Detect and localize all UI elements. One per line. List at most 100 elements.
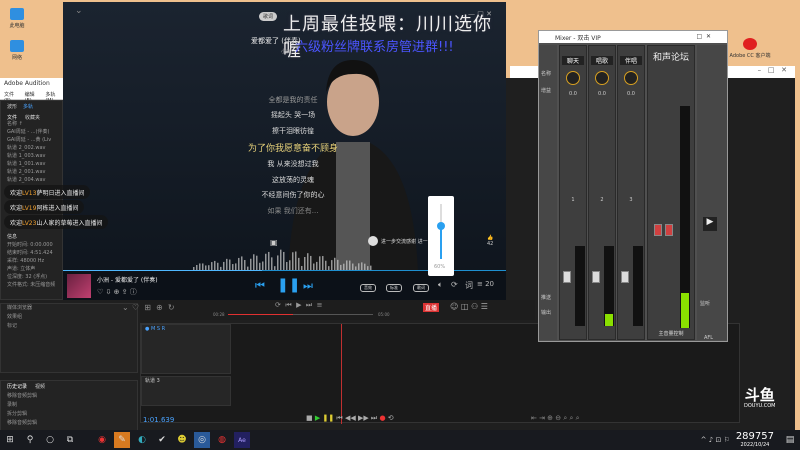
play-button[interactable]: ▶ [703, 217, 717, 231]
tab-multitrack[interactable]: 多轨 [23, 103, 33, 110]
lyrics-badge[interactable]: 歌词 [259, 12, 278, 21]
channel-strip: 伴唱 0.0 3 [617, 45, 645, 340]
volume-slider[interactable] [437, 204, 445, 259]
app-icon[interactable]: ◎ [194, 432, 210, 448]
channel-fader[interactable] [621, 271, 629, 283]
pause-button[interactable]: ❚❚ [277, 277, 300, 293]
history-item[interactable]: 录制 [1, 401, 137, 410]
channel-fader[interactable] [563, 271, 571, 283]
computer-icon [10, 8, 24, 20]
channel-fader[interactable] [592, 271, 600, 283]
menu-edit[interactable]: 编辑(E) [25, 91, 38, 104]
app-icon[interactable]: ◐ [134, 432, 150, 448]
search-icon[interactable]: ⚲ [22, 432, 38, 448]
collapse-icon[interactable]: ⌄ [75, 6, 83, 16]
gain-value: 0.0 [598, 91, 606, 97]
spectrum-bar [241, 256, 243, 271]
volume-icon[interactable]: 🔈︎ [438, 280, 443, 290]
favorite-icon[interactable]: ♡ ⊞ ⊕ ↻ [132, 303, 175, 312]
track-header: ● M S R [141, 324, 231, 374]
app-icon[interactable]: ◉ [94, 432, 110, 448]
info-heading: 信息 [7, 234, 18, 240]
tab-history[interactable]: 历史记录 [7, 383, 27, 390]
player-lower-controls: ⌄ ♡ ⊞ ⊕ ↻ ⟳ ⏮ ▶ ⏭ ≡ 00:28 05:00 直播 ☺ ◫ ⚇… [122, 300, 535, 320]
spectrum-bar [277, 255, 279, 271]
video-icon[interactable]: ▣ [270, 238, 278, 247]
network-icon [10, 40, 24, 52]
song-artist: 小洲 [281, 49, 292, 55]
channel-meter [604, 246, 614, 326]
sound-effect-button[interactable]: 音效 [360, 284, 376, 292]
menu-file[interactable]: 文件(F) [4, 91, 17, 104]
steam-icon[interactable]: ✔ [154, 432, 170, 448]
gain-knob[interactable] [566, 71, 580, 85]
history-item[interactable]: 拆分剪辑 [1, 410, 137, 419]
next-button[interactable]: ⏭ [303, 279, 313, 293]
history-item[interactable]: 移除音频剪辑 [1, 392, 137, 401]
app-icon[interactable]: ☻ [174, 432, 190, 448]
playlist-icon[interactable]: ≡ 20 [477, 280, 494, 288]
volume-knob[interactable] [437, 222, 445, 230]
audio-spectrum [193, 249, 372, 271]
task-view-icon[interactable]: ⧉ [62, 432, 78, 448]
file-item[interactable]: 轨道 1_003.wav [1, 152, 62, 160]
lyric-line: 不经意间伤了你的心 [261, 191, 325, 199]
spectrum-bar [307, 253, 309, 271]
toolbar-icons[interactable]: ☺ ◫ ⚇ ☰ [450, 302, 488, 311]
spectrum-bar [322, 256, 324, 271]
loop-icon[interactable]: ⟳ [451, 280, 458, 289]
desktop-icon-computer[interactable]: 此电脑 [0, 8, 37, 29]
system-tray[interactable]: ^ ♪ ⊡ ⚐ [701, 436, 730, 444]
album-cover[interactable] [67, 274, 91, 298]
transport-controls[interactable]: ■ ▶ ❚❚ ⏮ ◀◀ ▶▶ ⏭ ● ⟲ [306, 414, 394, 423]
quality-button[interactable]: 标准 [386, 284, 402, 292]
previous-button[interactable]: ⏮ [255, 279, 265, 293]
file-item[interactable]: 轨道 2_004.wav [1, 176, 62, 184]
mini-transport[interactable]: ⟳ ⏮ ▶ ⏭ ≡ [275, 301, 323, 310]
section-markers[interactable]: 标记 [1, 322, 137, 331]
window-controls[interactable]: □ ✕ [696, 33, 711, 41]
playback-progress[interactable] [63, 270, 263, 271]
lyrics-button[interactable]: 歌词 [413, 284, 429, 292]
menu-multitrack[interactable]: 多轨(M) [45, 91, 59, 104]
app-icon[interactable]: ✎ [114, 432, 130, 448]
tab-video[interactable]: 视频 [35, 383, 45, 390]
master-fader-right[interactable] [665, 224, 673, 236]
section-media-browser[interactable]: 媒体浏览器 [1, 304, 137, 313]
notification-icon[interactable]: ▤ [782, 432, 798, 448]
lyric-line: 摇起头 哭一场 [270, 111, 316, 119]
file-item[interactable]: 轨道 2_002.wav [1, 144, 62, 152]
cortana-icon[interactable]: ○ [42, 432, 58, 448]
comment-bubble[interactable]: 进一步交流感谢 进一 [368, 236, 428, 246]
playhead[interactable] [341, 324, 342, 424]
master-fader-left[interactable] [654, 224, 662, 236]
tab-waveform[interactable]: 波形 [7, 103, 17, 110]
desktop-icon-network[interactable]: 网络 [0, 40, 37, 61]
track-actions[interactable]: ♡ ⇩ ⊕ ⇪ ⓘ [97, 287, 137, 297]
zoom-controls[interactable]: ⇤ ⇥ ⊕ ⊖ ⌕ ⌕ ⌕ [531, 414, 580, 423]
lyric-icon[interactable]: 词 [465, 280, 473, 291]
like-button[interactable]: 👍 42 [487, 235, 493, 247]
clock[interactable]: 289757 2022/10/24 [736, 432, 774, 449]
file-item[interactable]: GAI周延 - ...(伴奏) [1, 128, 62, 136]
collapse-icon[interactable]: ⌄ [122, 303, 129, 312]
live-badge[interactable]: 直播 [423, 303, 440, 312]
audition-menubar: 文件(F) 编辑(E) 多轨(M) [0, 90, 63, 104]
file-item[interactable]: GAI周延 - ...黄 (Liv [1, 136, 62, 144]
history-item[interactable]: 移除音频剪辑 [1, 419, 137, 428]
spectrum-bar [253, 254, 255, 271]
after-effects-icon[interactable]: Ae [234, 432, 250, 448]
netease-music-icon[interactable]: ◍ [214, 432, 230, 448]
info-row: 声道: 立体声 [7, 266, 36, 272]
file-item[interactable]: 轨道 2_001.wav [1, 168, 62, 176]
section-effects[interactable]: 效果组 [1, 313, 137, 322]
start-icon[interactable]: ⊞ [2, 432, 18, 448]
gain-knob[interactable] [595, 71, 609, 85]
taskbar: ⊞ ⚲ ○ ⧉ ◉ ✎ ◐ ✔ ☻ ◎ ◍ Ae ^ ♪ ⊡ ⚐ 289757 2… [0, 430, 800, 450]
gain-knob[interactable] [624, 71, 638, 85]
mini-progress[interactable] [228, 314, 373, 315]
file-item[interactable]: 轨道 1_001.wav [1, 160, 62, 168]
song-title: 爱都爱了 (伴奏) [251, 37, 301, 45]
channel-strip: 唱歌 0.0 2 [588, 45, 616, 340]
desktop-icon-adobe-cc[interactable]: Adobe CC 客户端 [728, 38, 772, 59]
